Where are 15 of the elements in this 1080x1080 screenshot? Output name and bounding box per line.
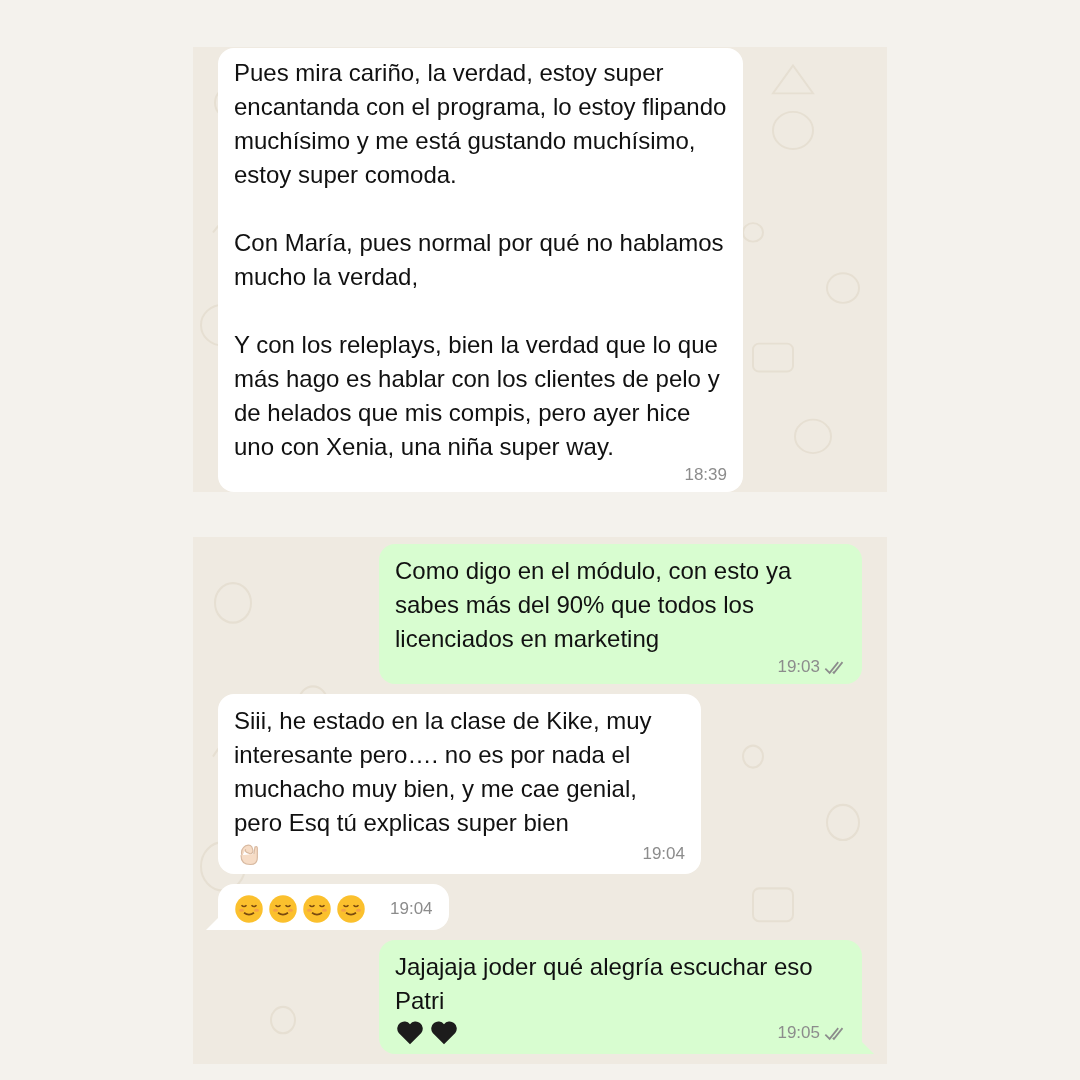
message-text: Siii, he estado en la clase de Kike, muy interesante pero…. no es por nada el muchacho muy bien, y me cae genial, pero Esq tú explicas super bien: [234, 706, 653, 838]
smiling-face-icon: [268, 894, 298, 924]
message-text: Como digo en el módulo, con esto ya sabes más del 90% que todos los licenciados en marketing: [395, 556, 793, 654]
smiling-face-icon: [336, 894, 366, 924]
message-text: Y con los releplays, bien la verdad que lo que más hago es hablar con los clientes de pelo y de helados que mis compis, pero ayer hice uno con Xenia, una niña super way.: [234, 330, 721, 462]
message-time: 19:04: [390, 899, 433, 919]
message-text: Jajajaja joder qué alegría escuchar eso Patri: [395, 952, 814, 1016]
message-text: Pues mira cariño, la verdad, estoy super encantanda con el programa, lo estoy flipando muchísimo y me está gustando muchísimo, estoy super comoda.: [234, 58, 727, 190]
smiling-face-icon: [234, 894, 264, 924]
message-time: 18:39: [684, 465, 727, 485]
smiling-face-icon: [302, 894, 332, 924]
message-time: 19:03: [777, 657, 820, 677]
message-time: 19:05: [777, 1023, 820, 1043]
message-text: Con María, pues normal por qué no hablamos mucho la verdad,: [234, 228, 725, 292]
message-time: 19:04: [642, 844, 685, 864]
